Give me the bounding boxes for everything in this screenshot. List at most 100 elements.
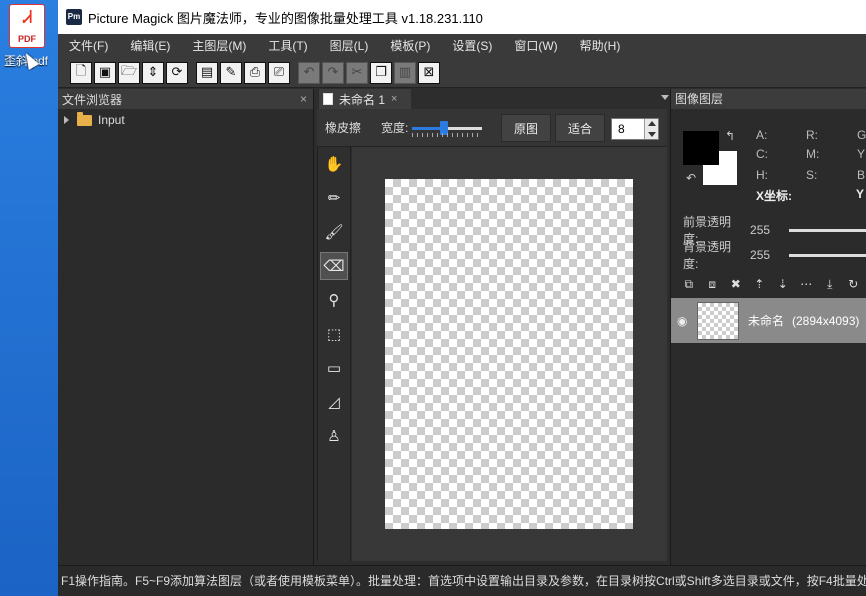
original-size-button[interactable]: 原图: [501, 114, 551, 142]
file-browser-title: 文件浏览器: [62, 92, 123, 107]
layer-toolbar: ⧉ ⧈ ✖ ⇡ ⇣ ⋯ ⤓ ↻: [671, 273, 866, 295]
save-as-icon[interactable]: ✎: [220, 61, 242, 84]
tool-options-bar: 橡皮擦 宽度: 原图 适合 8: [317, 109, 667, 147]
open-image-icon[interactable]: ▣: [94, 61, 116, 84]
rect-select-tool-icon[interactable]: ▭: [320, 354, 348, 382]
move-layer-down-icon[interactable]: ⇣: [773, 277, 793, 291]
spin-arrows-icon[interactable]: [644, 119, 658, 139]
app-window: Pm Picture Magick 图片魔法师，专业的图像批量处理工具 v1.1…: [58, 0, 866, 596]
acrobat-logo-icon: Ꮧ: [23, 7, 33, 28]
toolbox: ✋ ✏ 🖌 ⌫ ⚲ ⬚ ▭ ◿ ♙: [317, 147, 351, 561]
pencil-tool-icon[interactable]: ✏: [320, 184, 348, 212]
menu-settings[interactable]: 设置(S): [441, 34, 503, 58]
layer-name: 未命名: [748, 314, 785, 328]
document-icon: [323, 93, 333, 105]
canvas-area: [352, 147, 667, 561]
copy-icon[interactable]: ❐: [370, 61, 392, 84]
width-label: 宽度:: [381, 121, 409, 135]
add-layer-icon[interactable]: ⧉: [679, 277, 699, 292]
tab-untitled[interactable]: 未命名 1 ×: [319, 89, 411, 109]
merge-down-icon[interactable]: ⤓: [820, 277, 840, 292]
brush-tool-icon[interactable]: 🖌: [320, 218, 348, 246]
info-a-label: A:: [756, 128, 768, 142]
status-bar: F1操作指南。F5~F9添加算法图层（或者使用模板菜单）。批量处理：首选项中设置…: [58, 565, 866, 596]
rotate-layer-icon[interactable]: ↻: [844, 277, 864, 291]
pdf-file-icon[interactable]: Ꮧ PDF: [9, 4, 45, 48]
background-alpha-label: 背景透明度:: [683, 240, 732, 271]
more-icon[interactable]: ⋯: [797, 277, 817, 291]
hand-tool-icon[interactable]: ✋: [320, 150, 348, 178]
foreground-color-swatch-top[interactable]: [683, 131, 719, 165]
eraser-tool-icon[interactable]: ⌫: [320, 252, 348, 280]
foreground-alpha-value: 255: [750, 223, 771, 237]
menu-bar: 文件(F) 编辑(E) 主图层(M) 工具(T) 图层(L) 模板(P) 设置(…: [58, 34, 866, 58]
width-value: 8: [618, 122, 625, 136]
info-c-label: C:: [756, 147, 768, 161]
pdf-icon-label: PDF: [18, 34, 36, 44]
menu-tools[interactable]: 工具(T): [257, 34, 318, 58]
info-g-label: G: [857, 128, 866, 142]
menu-window[interactable]: 窗口(W): [503, 34, 568, 58]
expand-arrow-icon[interactable]: [64, 116, 69, 124]
background-alpha-row: 背景透明度: 255: [683, 238, 866, 272]
open-folder-icon[interactable]: 🗁: [118, 61, 140, 84]
x-coordinate-label: X坐标:: [756, 189, 793, 203]
layer-thumbnail: [697, 301, 739, 340]
tab-close-icon[interactable]: ×: [391, 93, 397, 105]
new-file-icon[interactable]: 🗋: [70, 61, 92, 84]
magic-select-tool-icon[interactable]: ⬚: [320, 320, 348, 348]
fit-button[interactable]: 适合: [555, 114, 605, 142]
close-icon[interactable]: ×: [300, 92, 307, 106]
undo-icon[interactable]: ↶: [298, 61, 320, 84]
layer-size: (2894x4093): [792, 313, 860, 328]
info-y-label: Y: [857, 147, 866, 161]
paste-icon[interactable]: ▥: [394, 61, 416, 84]
tree-item-input[interactable]: Input: [58, 109, 313, 127]
print-icon[interactable]: ⎙: [244, 61, 266, 84]
background-alpha-value: 255: [750, 248, 771, 262]
sort-icon[interactable]: ⇕: [142, 61, 164, 84]
info-s-label: S:: [806, 168, 818, 182]
menu-help[interactable]: 帮助(H): [569, 34, 632, 58]
layer-row[interactable]: ◉ 未命名 (2894x4093): [671, 298, 866, 343]
tab-label: 未命名 1: [339, 92, 386, 107]
cut-icon[interactable]: ✂: [346, 61, 368, 84]
width-slider[interactable]: [412, 118, 483, 138]
move-layer-up-icon[interactable]: ⇡: [750, 277, 770, 291]
y-coordinate-label: Y: [856, 187, 865, 201]
image-canvas[interactable]: [385, 179, 633, 529]
menu-main-layer[interactable]: 主图层(M): [181, 34, 257, 58]
visibility-eye-icon[interactable]: ◉: [677, 314, 691, 328]
info-m-label: M:: [806, 147, 820, 161]
foreground-alpha-slider[interactable]: [788, 228, 866, 232]
duplicate-layer-icon[interactable]: ⧈: [703, 277, 723, 292]
tabs-dropdown-icon[interactable]: [661, 95, 669, 100]
reset-colors-icon[interactable]: ↶: [686, 171, 696, 185]
menu-layer[interactable]: 图层(L): [319, 34, 380, 58]
delete-selection-icon[interactable]: ⊠: [418, 61, 440, 84]
stamp-tool-icon[interactable]: ♙: [320, 422, 348, 450]
info-h-label: H:: [756, 168, 768, 182]
swap-colors-icon[interactable]: ↰: [725, 129, 735, 143]
menu-template[interactable]: 模板(P): [379, 34, 441, 58]
width-spinbox[interactable]: 8: [611, 118, 659, 140]
delete-layer-icon[interactable]: ✖: [726, 277, 746, 291]
info-r-label: R:: [806, 128, 818, 142]
main-toolbar: 🗋 ▣ 🗁 ⇕ ⟳ ▤ ✎ ⎙ ⎚ ↶ ↷ ✂ ❐ ▥ ⊠: [58, 58, 866, 88]
window-title: Picture Magick 图片魔法师，专业的图像批量处理工具 v1.18.2…: [88, 10, 483, 26]
lasso-tool-icon[interactable]: ◿: [320, 388, 348, 416]
refresh-icon[interactable]: ⟳: [166, 61, 188, 84]
redo-icon[interactable]: ↷: [322, 61, 344, 84]
file-browser-header: 文件浏览器 ×: [58, 89, 313, 109]
title-bar: Pm Picture Magick 图片魔法师，专业的图像批量处理工具 v1.1…: [58, 0, 866, 34]
document-tabs: 未命名 1 ×: [317, 89, 669, 109]
background-alpha-slider[interactable]: [788, 253, 866, 257]
menu-edit[interactable]: 编辑(E): [119, 34, 181, 58]
folder-icon: [77, 111, 92, 126]
layers-panel-title: 图像图层: [671, 89, 866, 109]
menu-file[interactable]: 文件(F): [58, 34, 119, 58]
eyedropper-tool-icon[interactable]: ⚲: [320, 286, 348, 314]
tree-item-label: Input: [98, 113, 125, 127]
print-preview-icon[interactable]: ⎚: [268, 61, 290, 84]
save-icon[interactable]: ▤: [196, 61, 218, 84]
